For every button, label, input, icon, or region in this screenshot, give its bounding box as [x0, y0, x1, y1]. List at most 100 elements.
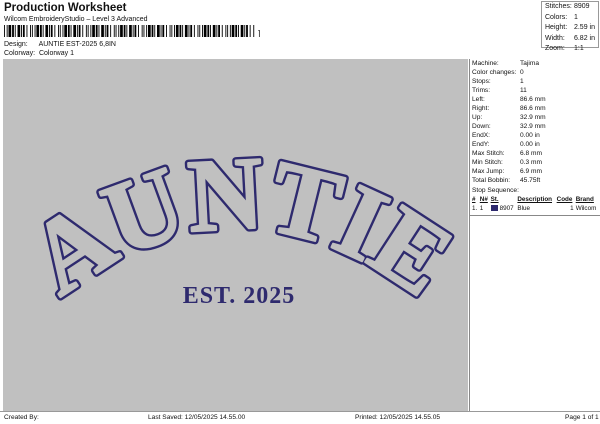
stat-value: 6.82 in: [573, 34, 595, 42]
barcode-bar: [54, 25, 56, 37]
barcode-bar: [4, 25, 5, 37]
barcode-bar: [31, 25, 33, 37]
prop-row: Max Stitch: 6.8 mm: [470, 149, 600, 158]
prop-row: Right: 86.6 mm: [470, 104, 600, 113]
prop-key: Left:: [472, 96, 485, 103]
prop-key: EndX:: [472, 132, 490, 139]
prop-key: Down:: [472, 123, 491, 130]
barcode-bar: [184, 25, 188, 37]
page-number: Page 1 of 1: [565, 414, 599, 421]
barcode-bar: [154, 25, 156, 37]
barcode-bar: [95, 25, 98, 37]
barcode-bar: [229, 25, 231, 37]
stat-stitches: Stitches: 8909: [545, 3, 595, 14]
prop-row: Machine: Tajima: [470, 59, 600, 68]
barcode-bar: [12, 25, 14, 37]
seq-stitches: 8907: [499, 205, 514, 212]
barcode-bar: [221, 25, 223, 37]
barcode-bar: [22, 25, 25, 37]
stop-sequence-header: # N# St. Description Code Brand: [471, 195, 599, 204]
prop-value: 0.3 mm: [520, 159, 542, 166]
prop-key: Max Stitch:: [472, 150, 505, 157]
stat-key: Colors:: [545, 13, 568, 21]
col-header: Code: [556, 196, 573, 203]
barcode-bar: [110, 25, 112, 37]
prop-key: EndY:: [472, 141, 490, 148]
stop-sequence-title: Stop Sequence:: [472, 187, 519, 194]
barcode-bar: [50, 25, 53, 37]
barcode-bar: [141, 25, 143, 37]
barcode-bar: [8, 25, 12, 37]
table-row: 1. 1 8907 Blue 1 Wilcom: [471, 204, 599, 213]
barcode-bar: [26, 25, 28, 37]
prop-key: Right:: [472, 105, 490, 112]
barcode-bar: [179, 25, 182, 37]
barcode-bar: [253, 25, 255, 37]
barcode-bar: [113, 25, 115, 37]
prop-value: 11: [520, 87, 527, 94]
barcode-bar: [67, 25, 70, 37]
prop-value: 6.8 mm: [520, 150, 542, 157]
barcode-bar: [225, 25, 227, 37]
design-preview-canvas: AUNTIE AUNTIE EST. 2025: [3, 59, 468, 411]
prop-value: 0.00 in: [520, 141, 540, 148]
prop-row: EndX: 0.00 in: [470, 131, 600, 140]
printed-date: Printed: 12/05/2025 14.55.05: [355, 414, 441, 421]
barcode-bar: [98, 25, 100, 37]
barcode-bar: [59, 25, 61, 37]
barcode-bar: [143, 25, 145, 37]
colorway-value: Colorway 1: [38, 50, 74, 57]
properties-panel: Machine: Tajima Color changes: 0 Stops: 1 T…: [469, 59, 600, 411]
barcode-bar: [171, 25, 173, 37]
barcode-bar: [76, 25, 78, 37]
barcode-bar: [85, 25, 87, 37]
seq-brand: Wilcom: [575, 205, 597, 212]
barcode-bar: [21, 25, 22, 37]
barcode-bar: [123, 25, 126, 37]
barcode-bar: [49, 25, 50, 37]
stat-value: 2.59 in: [573, 24, 595, 31]
barcode-bar: [174, 25, 175, 37]
art-sub-text: EST. 2025: [183, 283, 296, 309]
prop-row: Left: 86.6 mm: [470, 95, 600, 104]
barcode-bar: [160, 25, 162, 37]
prop-row: Down: 32.9 mm: [470, 122, 600, 131]
prop-value: 32.9 mm: [520, 123, 546, 130]
prop-value: 86.6 mm: [520, 96, 546, 103]
stat-key: Height:: [545, 24, 568, 31]
stat-key: Width:: [545, 34, 565, 42]
barcode-bar: [197, 25, 199, 37]
barcode-bar: [64, 25, 67, 37]
prop-key: Max Jump:: [472, 168, 505, 175]
barcode-bar: [70, 25, 72, 37]
prop-value: 1: [520, 78, 524, 85]
barcode-bar: [34, 25, 36, 37]
barcode: ]: [4, 25, 260, 37]
software-name: Wilcom EmbroideryStudio – Level 3 Advanc…: [4, 16, 148, 23]
barcode-bar: [235, 25, 238, 37]
design-value: AUNTIE EST-2025 6,8IN: [38, 41, 116, 48]
colorway-label: Colorway:: [4, 50, 36, 57]
barcode-bar: [134, 25, 137, 37]
stat-value: 1: [574, 13, 578, 21]
barcode-bar: [227, 25, 229, 37]
barcode-bar: [188, 25, 190, 37]
prop-value: 45.75ft: [520, 177, 541, 184]
barcode-bar: [169, 25, 171, 37]
barcode-bar: [14, 25, 16, 37]
footer: Created By: Last Saved: 12/05/2025 14.55…: [0, 411, 600, 424]
prop-row: Up: 32.9 mm: [470, 113, 600, 122]
barcode-bar: [238, 25, 239, 37]
worksheet-title: Production Worksheet: [4, 2, 127, 14]
prop-value: 6.9 mm: [520, 168, 542, 175]
prop-key: Trims:: [472, 87, 491, 94]
prop-value: Tajima: [520, 60, 540, 67]
barcode-bar: [58, 25, 59, 37]
prop-row: Total Bobbin: 45.75ft: [470, 176, 600, 185]
prop-key: Color changes:: [472, 69, 517, 76]
barcode-bar: [87, 25, 89, 37]
col-header: St.: [490, 196, 499, 203]
seq-description: Blue: [517, 205, 530, 212]
barcode-bar: [182, 25, 184, 37]
barcode-bar: [73, 25, 76, 37]
